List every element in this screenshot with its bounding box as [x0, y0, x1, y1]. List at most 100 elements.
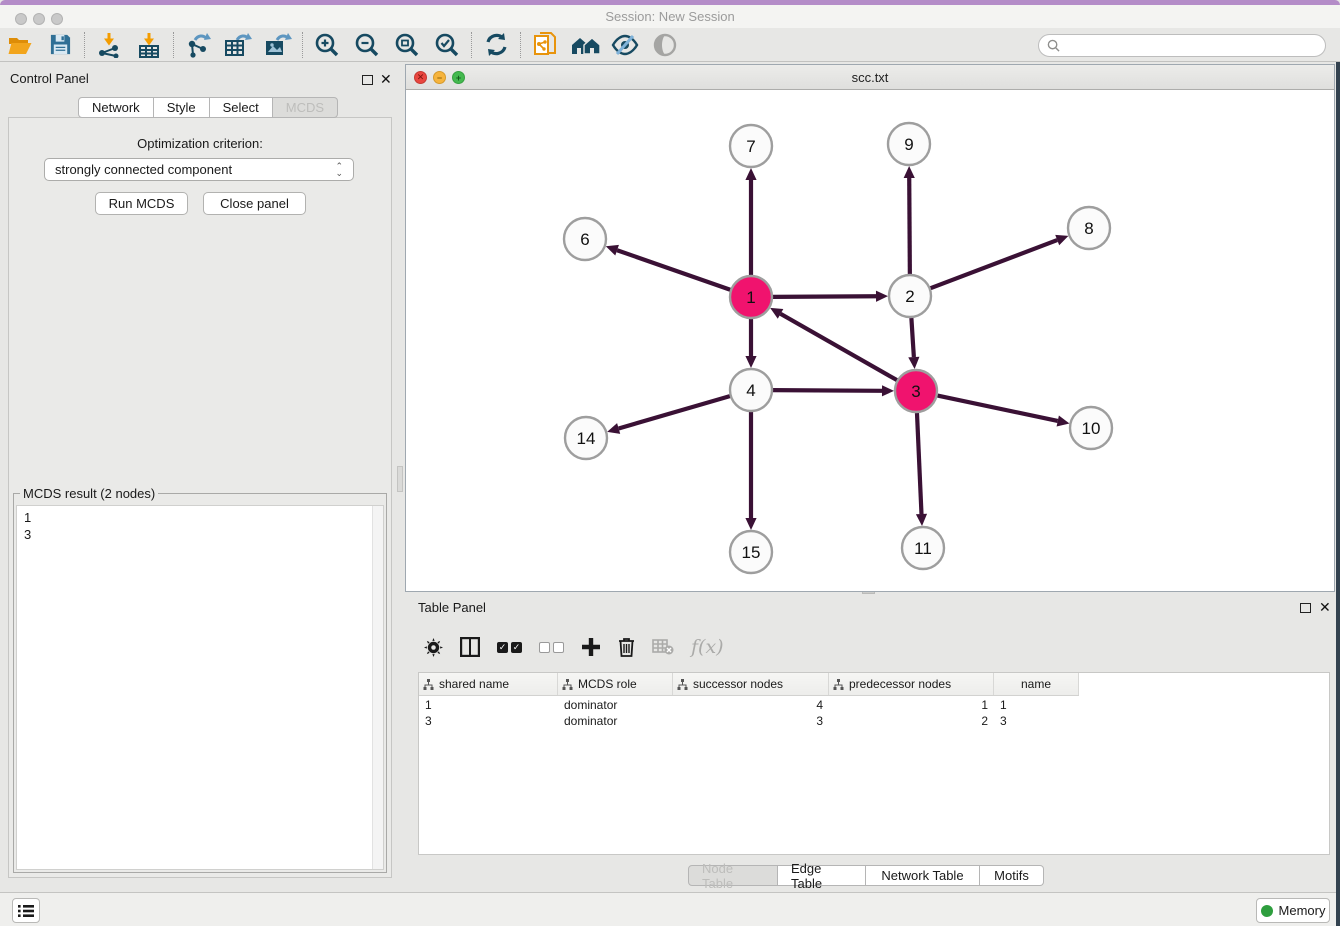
table-cell[interactable]: 1 — [419, 697, 558, 713]
column-header-MCDS-role[interactable]: MCDS role — [558, 673, 673, 695]
edge-3-11[interactable] — [917, 413, 922, 514]
toolbar-separator — [471, 32, 472, 58]
search-field-container — [1038, 34, 1326, 57]
import-table-button[interactable] — [129, 29, 169, 61]
edge-2-9[interactable] — [909, 178, 910, 274]
table-cell[interactable]: 3 — [419, 713, 558, 729]
export-table-button[interactable] — [218, 29, 258, 61]
tab-style[interactable]: Style — [154, 97, 210, 118]
table-cell[interactable]: 2 — [829, 713, 994, 729]
table-cell[interactable]: dominator — [558, 713, 673, 729]
network-window-titlebar[interactable]: ✕ − + scc.txt — [406, 65, 1334, 90]
vertical-splitter-grip[interactable] — [397, 466, 403, 492]
tab-mcds[interactable]: MCDS — [273, 97, 338, 118]
close-panel-button[interactable]: Close panel — [203, 192, 306, 215]
zoom-out-icon — [354, 32, 380, 58]
control-panel-close-button[interactable]: ✕ — [380, 74, 392, 84]
clone-network-icon — [533, 31, 558, 58]
tab-select[interactable]: Select — [210, 97, 273, 118]
gear-icon — [424, 638, 443, 657]
desktop-background-edge — [1336, 62, 1340, 926]
select-all-checkboxes-button[interactable]: ✓✓ — [497, 632, 522, 662]
table-cell[interactable]: 3 — [673, 713, 829, 729]
search-icon — [1047, 39, 1060, 52]
arrowhead-icon — [876, 291, 888, 302]
dropdown-selected-value: strongly connected component — [55, 162, 232, 177]
zoom-fit-button[interactable] — [387, 29, 427, 61]
task-history-button[interactable] — [12, 898, 40, 923]
graph-node-label: 8 — [1084, 219, 1093, 238]
edge-3-10[interactable] — [938, 396, 1058, 421]
zoom-in-button[interactable] — [307, 29, 347, 61]
memory-button[interactable]: Memory — [1256, 898, 1330, 923]
clone-network-button[interactable] — [525, 29, 565, 61]
show-all-button[interactable] — [645, 29, 685, 61]
table-panel-title: Table Panel — [418, 600, 486, 615]
edge-2-3[interactable] — [911, 318, 913, 357]
table-panel-float-button[interactable] — [1300, 601, 1311, 616]
add-row-button[interactable] — [581, 632, 601, 662]
tab-node-table[interactable]: Node Table — [688, 865, 778, 886]
split-panel-button[interactable] — [460, 632, 480, 662]
refresh-icon — [484, 32, 509, 57]
search-input[interactable] — [1065, 39, 1325, 53]
open-folder-icon — [7, 34, 33, 56]
function-builder-button[interactable]: f(x) — [691, 632, 724, 662]
edge-3-1[interactable] — [781, 314, 897, 380]
run-mcds-button[interactable]: Run MCDS — [95, 192, 188, 215]
export-image-button[interactable] — [258, 29, 298, 61]
arrowhead-icon — [882, 385, 894, 396]
delete-table-icon — [652, 639, 674, 655]
cybrowser-home-button[interactable] — [565, 29, 605, 61]
apply-layout-button[interactable] — [476, 29, 516, 61]
edge-1-2[interactable] — [773, 296, 876, 297]
table-cell[interactable]: 3 — [994, 713, 1079, 729]
table-cell[interactable]: 1 — [829, 697, 994, 713]
edge-1-6[interactable] — [617, 250, 730, 290]
network-canvas[interactable]: 1234678910111415 — [406, 90, 1334, 591]
application-window: Session: New Session — [0, 0, 1340, 926]
control-panel-tabs: Network Style Select MCDS — [78, 97, 338, 118]
eye-disabled-icon — [653, 33, 677, 57]
edge-4-3[interactable] — [773, 390, 882, 391]
table-row[interactable]: 3dominator323 — [419, 713, 1079, 729]
zoom-selected-button[interactable] — [427, 29, 467, 61]
trash-icon — [618, 637, 635, 657]
hierarchy-sort-icon — [833, 679, 844, 690]
zoom-out-button[interactable] — [347, 29, 387, 61]
table-panel-close-button[interactable]: ✕ — [1319, 602, 1331, 612]
table-cell[interactable]: dominator — [558, 697, 673, 713]
edge-2-8[interactable] — [931, 240, 1058, 288]
table-row[interactable]: 1dominator411 — [419, 697, 1079, 713]
tab-edge-table[interactable]: Edge Table — [778, 865, 866, 886]
column-header-predecessor-nodes[interactable]: predecessor nodes — [829, 673, 994, 695]
table-cell[interactable]: 4 — [673, 697, 829, 713]
table-cell[interactable]: 1 — [994, 697, 1079, 713]
control-panel-float-button[interactable] — [362, 73, 373, 88]
column-header-successor-nodes[interactable]: successor nodes — [673, 673, 829, 695]
export-network-button[interactable] — [178, 29, 218, 61]
memory-status-icon — [1261, 905, 1273, 917]
tab-network[interactable]: Network — [78, 97, 154, 118]
column-settings-button[interactable] — [424, 632, 443, 662]
open-file-button[interactable] — [0, 29, 40, 61]
column-header-shared-name[interactable]: shared name — [419, 673, 558, 695]
column-header-label: MCDS role — [578, 677, 637, 691]
toolbar-separator — [520, 32, 521, 58]
tab-motifs[interactable]: Motifs — [980, 865, 1044, 886]
optimization-criterion-select[interactable]: strongly connected component ⌃⌄ — [44, 158, 354, 181]
mcds-result-scrollbar[interactable] — [372, 506, 383, 869]
edge-4-14[interactable] — [619, 396, 730, 428]
mcds-result-text: 1 3 — [24, 509, 31, 543]
import-network-button[interactable] — [89, 29, 129, 61]
tab-network-table[interactable]: Network Table — [866, 865, 980, 886]
delete-row-button[interactable] — [618, 632, 635, 662]
arrowhead-icon — [607, 423, 620, 434]
save-session-button[interactable] — [40, 29, 80, 61]
column-header-name[interactable]: name — [994, 673, 1079, 695]
deselect-all-checkboxes-button[interactable] — [539, 632, 564, 662]
hide-selected-button[interactable] — [605, 29, 645, 61]
unchecked-checkbox-icon — [539, 642, 550, 653]
mcds-result-textarea[interactable]: 1 3 — [16, 505, 384, 870]
delete-table-button[interactable] — [652, 632, 674, 662]
